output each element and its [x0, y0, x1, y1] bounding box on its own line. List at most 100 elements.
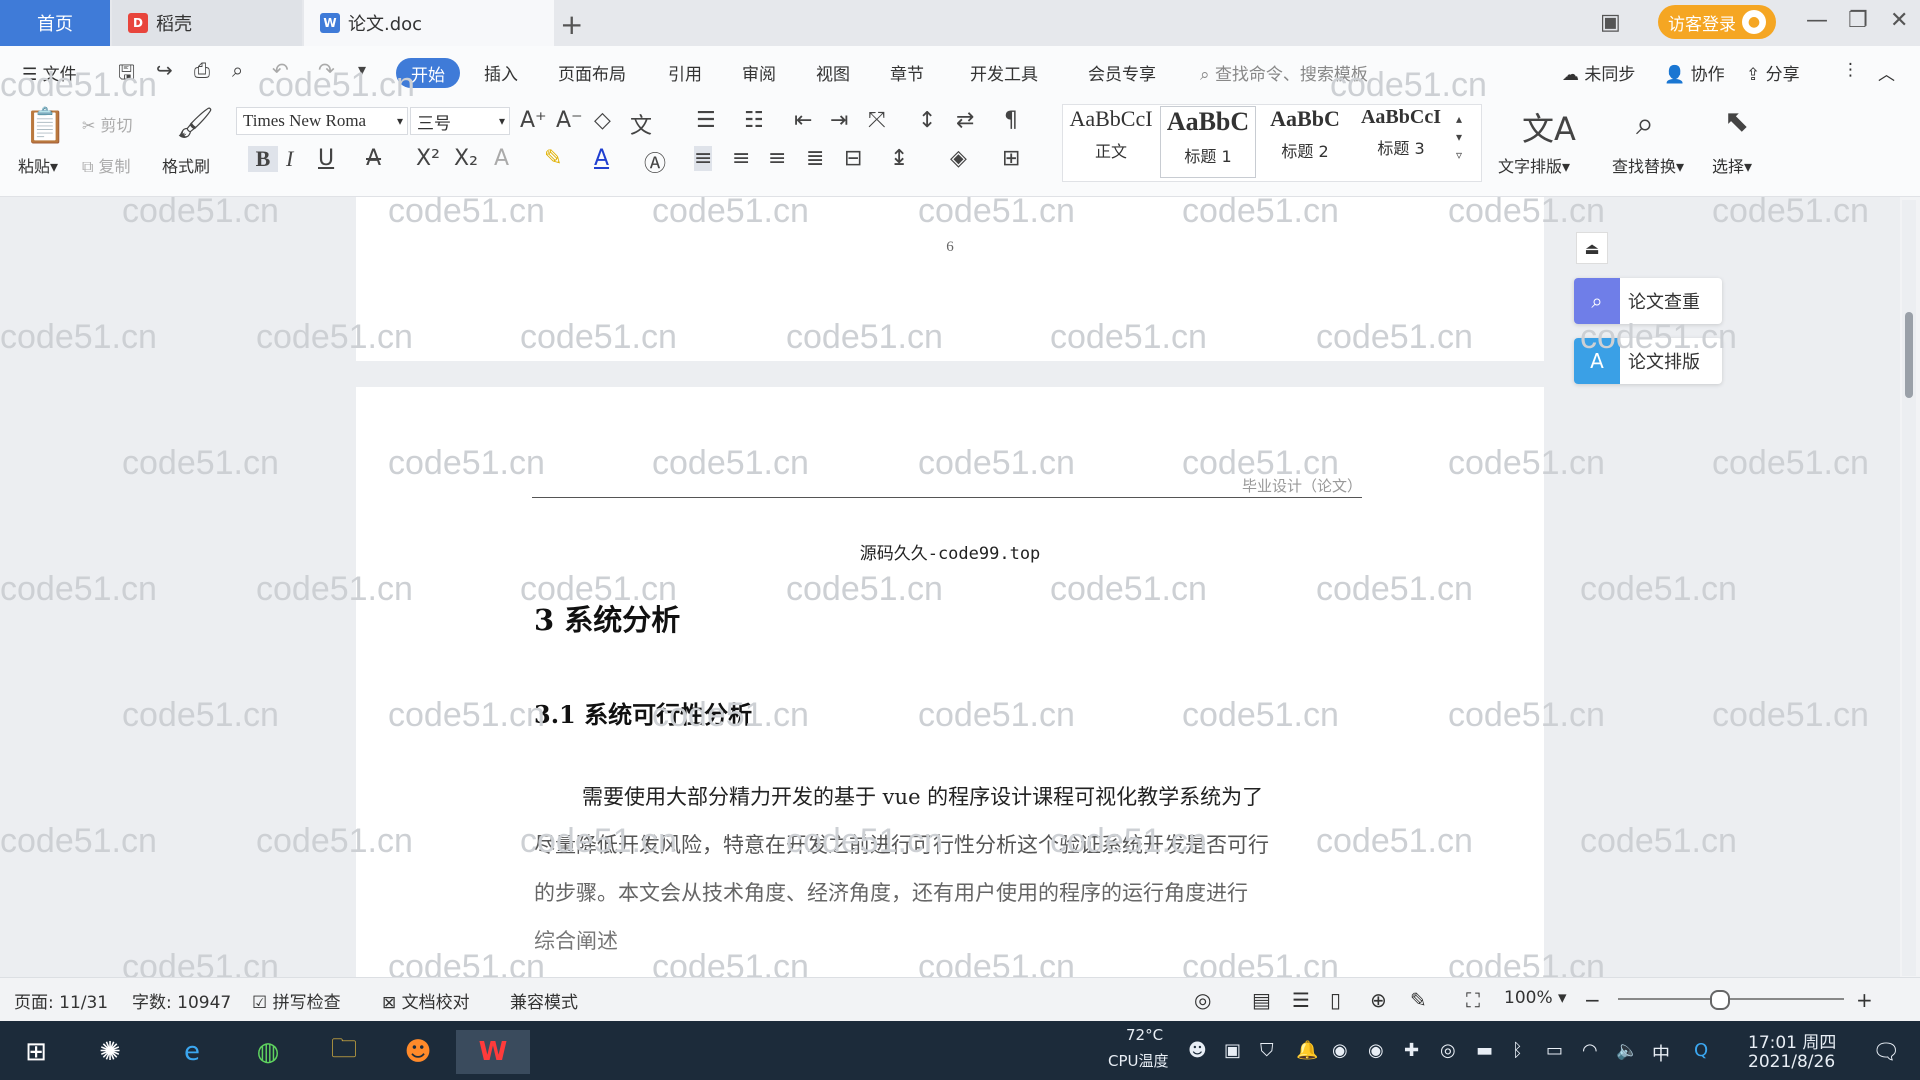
- chinese-layout-icon[interactable]: ⤧: [868, 108, 886, 133]
- borders-icon[interactable]: ⊞: [1002, 146, 1020, 171]
- scrollbar-thumb[interactable]: [1905, 312, 1913, 398]
- volume-icon[interactable]: 🔈: [1616, 1040, 1638, 1061]
- panel-collapse-icon[interactable]: ⏏: [1576, 232, 1608, 264]
- more-icon[interactable]: ⋮: [1842, 60, 1859, 80]
- subscript-icon[interactable]: X₂: [454, 146, 478, 171]
- menu-view[interactable]: 视图: [816, 60, 850, 85]
- close-icon[interactable]: ✕: [1890, 8, 1908, 33]
- pen-icon[interactable]: ✎: [1410, 988, 1427, 1012]
- tab-home[interactable]: 首页: [0, 0, 110, 46]
- menu-reference[interactable]: 引用: [668, 60, 702, 85]
- zoom-slider[interactable]: [1618, 998, 1844, 1000]
- menu-devtools[interactable]: 开发工具: [970, 60, 1038, 85]
- zoom-select[interactable]: 100% ▾: [1504, 988, 1567, 1008]
- italic-icon[interactable]: I: [286, 146, 293, 172]
- text-layout-button[interactable]: 文字排版▾: [1498, 153, 1570, 177]
- grow-font-icon[interactable]: A⁺: [520, 108, 547, 133]
- numbered-list-icon[interactable]: ☷: [744, 108, 764, 133]
- paper-format-button[interactable]: A 论文排版: [1574, 338, 1722, 384]
- styles-scroll-icon[interactable]: ▴ ▾ ▿: [1456, 110, 1462, 164]
- menu-insert[interactable]: 插入: [484, 60, 518, 85]
- increase-indent-icon[interactable]: ⇥: [830, 108, 848, 133]
- battery-icon[interactable]: ▭: [1546, 1040, 1563, 1061]
- new-tab-button[interactable]: +: [560, 8, 583, 41]
- notification-center-icon[interactable]: 🗨: [1872, 1040, 1900, 1065]
- find-replace-button[interactable]: 查找替换▾: [1612, 153, 1684, 177]
- zoom-out-icon[interactable]: −: [1584, 988, 1601, 1012]
- print-icon[interactable]: ⎙: [194, 58, 210, 82]
- undo-icon[interactable]: ↶: [272, 58, 289, 82]
- tab-document[interactable]: W 论文.doc: [304, 0, 554, 46]
- tray-shield-icon[interactable]: ⛉: [1260, 1040, 1274, 1061]
- menu-member[interactable]: 会员专享: [1088, 60, 1156, 85]
- align-left-icon[interactable]: ≡: [694, 146, 713, 171]
- font-name-select[interactable]: Times New Roma ▾: [236, 107, 408, 135]
- clock-date[interactable]: 2021/8/26: [1748, 1052, 1835, 1072]
- bullet-list-icon[interactable]: ☰: [696, 108, 716, 133]
- search-app-icon[interactable]: Q: [1694, 1040, 1708, 1061]
- tray-settings-icon[interactable]: ◎: [1440, 1040, 1456, 1061]
- wps-writer-icon[interactable]: W: [456, 1030, 530, 1074]
- menu-file[interactable]: ☰ 文件: [22, 60, 77, 85]
- highlight-icon[interactable]: ✎: [544, 146, 562, 171]
- tray-app-icon[interactable]: ☻: [1188, 1040, 1207, 1061]
- text-effect-icon[interactable]: A: [494, 146, 509, 171]
- web-view-icon[interactable]: ⊕: [1370, 988, 1387, 1012]
- sort-icon[interactable]: ↕: [918, 108, 936, 133]
- share-button[interactable]: ⇪ 分享: [1746, 60, 1800, 85]
- superscript-icon[interactable]: X²: [416, 146, 440, 171]
- style-normal[interactable]: AaBbCcI 正文: [1064, 106, 1158, 176]
- collab-button[interactable]: 👤 协作: [1664, 60, 1725, 85]
- page-previous[interactable]: 6: [356, 197, 1544, 361]
- layout-toggle-icon[interactable]: ▣: [1600, 10, 1621, 35]
- format-painter-icon[interactable]: 🖌: [176, 106, 214, 141]
- export-icon[interactable]: ↪: [156, 58, 173, 82]
- align-center-icon[interactable]: ≡: [732, 146, 750, 171]
- zoom-slider-handle[interactable]: [1710, 990, 1730, 1010]
- tray-plus-icon[interactable]: ✚: [1404, 1040, 1419, 1061]
- font-color-icon[interactable]: A: [594, 146, 609, 171]
- tray-gpu-icon[interactable]: ▬: [1476, 1040, 1493, 1061]
- select-button[interactable]: 选择▾: [1712, 153, 1752, 177]
- distribute-icon[interactable]: ⊟: [844, 146, 862, 171]
- find-icon[interactable]: ⌕: [1636, 104, 1654, 143]
- paper-check-button[interactable]: ⌕ 论文查重: [1574, 278, 1722, 324]
- fit-page-icon[interactable]: ⛶: [1466, 988, 1480, 1012]
- pinwheel-app-icon[interactable]: ✺: [88, 1030, 132, 1074]
- style-heading-3[interactable]: AaBbCcI 标题 3: [1354, 106, 1448, 176]
- tray-chat-icon[interactable]: ◉: [1332, 1040, 1348, 1061]
- sync-status[interactable]: ☁ 未同步: [1562, 60, 1635, 85]
- line-spacing-icon[interactable]: ↨: [890, 146, 908, 171]
- tray-qq-icon[interactable]: ◉: [1368, 1040, 1384, 1061]
- shrink-font-icon[interactable]: A⁻: [556, 108, 583, 133]
- menu-chapter[interactable]: 章节: [890, 60, 924, 85]
- menu-start[interactable]: 开始: [396, 58, 460, 88]
- decrease-indent-icon[interactable]: ⇤: [794, 108, 812, 133]
- spell-check-button[interactable]: ☑ 拼写检查: [252, 988, 341, 1013]
- align-right-icon[interactable]: ≡: [768, 146, 786, 171]
- show-marks-icon[interactable]: ¶: [1004, 108, 1018, 133]
- char-border-icon[interactable]: Ⓐ: [644, 146, 666, 178]
- font-size-select[interactable]: 三号 ▾: [410, 107, 510, 135]
- save-icon[interactable]: 🖫: [118, 58, 135, 92]
- minimize-icon[interactable]: —: [1806, 8, 1828, 33]
- ie-browser-icon[interactable]: e: [170, 1030, 214, 1074]
- quick-access-dropdown-icon[interactable]: ▾: [358, 60, 366, 79]
- page-view-icon[interactable]: ▤: [1252, 988, 1271, 1012]
- clock-time[interactable]: 17:01 周四: [1748, 1028, 1836, 1053]
- cursor-select-icon[interactable]: ⬉: [1724, 104, 1749, 139]
- windows-start-icon[interactable]: ⊞: [14, 1030, 58, 1074]
- tray-network-app-icon[interactable]: ▣: [1224, 1040, 1241, 1061]
- proofread-button[interactable]: ⊠ 文档校对: [382, 988, 470, 1013]
- bold-icon[interactable]: B: [248, 146, 278, 172]
- justify-icon[interactable]: ≣: [806, 146, 824, 171]
- tab-daoke[interactable]: D 稻壳: [112, 0, 302, 46]
- shading-icon[interactable]: ◈: [950, 146, 967, 171]
- text-layout-icon[interactable]: 文A: [1522, 104, 1576, 150]
- outline-view-icon[interactable]: ☰: [1292, 988, 1310, 1012]
- browser-360-icon[interactable]: ◍: [246, 1030, 290, 1074]
- menu-review[interactable]: 审阅: [742, 60, 776, 85]
- text-direction-icon[interactable]: ⇄: [956, 108, 974, 133]
- menu-layout[interactable]: 页面布局: [558, 60, 626, 85]
- cut-button[interactable]: ✂ 剪切: [82, 112, 133, 136]
